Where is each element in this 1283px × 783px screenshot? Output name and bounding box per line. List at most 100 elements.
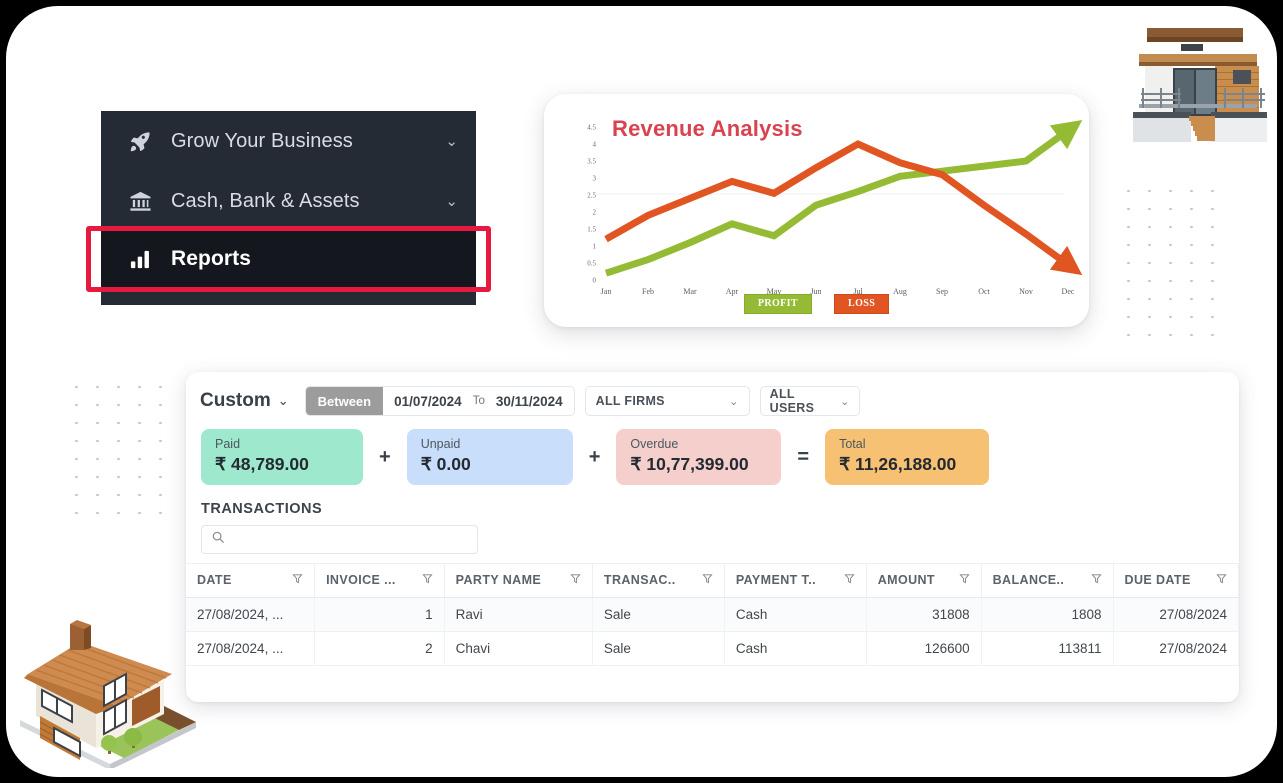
- filter-icon-amount[interactable]: [959, 573, 970, 587]
- filter-icon-date[interactable]: [292, 573, 303, 587]
- transactions-table-header: DATE INVOICE ... PARTY NAME TRANSAC.. PA…: [186, 563, 1239, 598]
- chevron-down-icon-users: ⌄: [840, 395, 850, 408]
- summary-card-total-value: ₹ 11,26,188.00: [839, 454, 957, 474]
- transactions-table-body: 27/08/2024, ... 1 Ravi Sale Cash 31808 1…: [186, 597, 1239, 666]
- date-range-control: Between 01/07/2024 To 30/11/2024: [304, 386, 575, 416]
- svg-text:4: 4: [593, 141, 597, 149]
- summary-card-overdue-value: ₹ 10,77,399.00: [630, 454, 749, 474]
- cell-amount: 31808: [866, 597, 982, 632]
- summary-card-paid-value: ₹ 48,789.00: [215, 454, 309, 474]
- dot-grid-pattern-left: [62, 374, 174, 530]
- cell-date: 27/08/2024, ...: [186, 597, 316, 632]
- column-header-invoice[interactable]: INVOICE ...: [314, 563, 445, 598]
- cell-party: Ravi: [444, 597, 593, 632]
- sidebar-bottom-strip: [101, 287, 476, 305]
- cell-amount: 126600: [866, 631, 982, 666]
- summary-operator-equals: =: [797, 445, 810, 468]
- column-header-due-date-label: DUE DATE: [1124, 573, 1191, 587]
- filter-icon-balance[interactable]: [1090, 573, 1102, 587]
- summary-card-total-label: Total: [839, 437, 866, 451]
- summary-card-overdue[interactable]: Overdue ₹ 10,77,399.00: [616, 429, 782, 485]
- filter-row: Custom ⌄ Between 01/07/2024 To 30/11/202…: [186, 372, 1239, 416]
- revenue-analysis-chart: 00.511.522.533.544.5 Jan Feb Mar Apr May Jun J…: [587, 120, 1083, 296]
- chart-legend: PROFIT LOSS: [544, 294, 1089, 314]
- summary-card-total[interactable]: Total ₹ 11,26,188.00: [825, 429, 990, 485]
- summary-cards-row: Paid ₹ 48,789.00 + Unpaid ₹ 0.00 + Overd…: [186, 416, 1239, 485]
- chevron-down-icon-cash-bank-assets[interactable]: ⌄: [445, 192, 458, 210]
- filter-icon-due-date[interactable]: [1216, 573, 1227, 587]
- cell-transaction: Sale: [592, 597, 725, 632]
- summary-card-overdue-label: Overdue: [630, 437, 679, 451]
- svg-text:2.5: 2.5: [587, 192, 596, 200]
- filter-icon-transaction-type[interactable]: [702, 573, 713, 587]
- column-header-payment-type-label: PAYMENT T..: [735, 573, 816, 587]
- app-canvas: Grow Your Business ⌄ Cash, Bank & Assets…: [6, 6, 1277, 777]
- column-header-date-label: DATE: [197, 573, 232, 587]
- svg-text:4.5: 4.5: [587, 124, 596, 132]
- bar-chart-icon: [123, 248, 157, 271]
- svg-text:3.5: 3.5: [587, 158, 596, 166]
- chevron-down-icon-firms: ⌄: [729, 395, 739, 408]
- filter-icon-party-name[interactable]: [570, 573, 581, 587]
- column-header-amount[interactable]: AMOUNT: [866, 563, 982, 598]
- sidebar-item-label-cash-bank-assets: Cash, Bank & Assets: [171, 189, 360, 212]
- summary-operator-plus-2: +: [588, 445, 601, 468]
- sidebar-item-reports[interactable]: Reports: [101, 231, 476, 287]
- search-box[interactable]: [201, 525, 478, 554]
- chart-series-layer: [604, 120, 1083, 277]
- users-dropdown[interactable]: ALL USERS ⌄: [759, 386, 860, 416]
- column-header-date[interactable]: DATE: [186, 563, 316, 598]
- date-from-field[interactable]: 01/07/2024: [383, 387, 473, 415]
- revenue-analysis-card: Revenue Analysis 0 0.5 1 1.5 2 2.5 3 3.5 4 4.5 Ja…: [544, 94, 1089, 327]
- sidebar-item-reports-wrapper: Reports: [86, 226, 491, 292]
- table-row[interactable]: 27/08/2024, ... 1 Ravi Sale Cash 31808 1…: [186, 597, 1239, 632]
- column-header-payment-type[interactable]: PAYMENT T..: [724, 563, 867, 598]
- chart-y-axis-ticks: 0 0.5 1 1.5 2 2.5 3 3.5 4 4.5: [587, 124, 596, 285]
- summary-card-unpaid[interactable]: Unpaid ₹ 0.00: [406, 429, 573, 485]
- bank-icon: [123, 190, 157, 213]
- svg-text:0: 0: [593, 277, 597, 285]
- sidebar-item-grow-your-business[interactable]: Grow Your Business ⌄: [101, 111, 476, 171]
- legend-chip-profit[interactable]: PROFIT: [743, 294, 812, 314]
- search-input[interactable]: [232, 532, 468, 547]
- legend-chip-loss[interactable]: LOSS: [834, 294, 890, 314]
- filter-icon-payment-type[interactable]: [844, 573, 855, 587]
- to-label: To: [472, 395, 485, 407]
- column-header-balance[interactable]: BALANCE..: [981, 563, 1114, 598]
- cell-balance: 113811: [981, 631, 1114, 666]
- search-icon: [211, 530, 225, 549]
- column-header-due-date[interactable]: DUE DATE: [1113, 563, 1239, 598]
- column-header-amount-label: AMOUNT: [877, 573, 935, 587]
- sidebar-item-cash-bank-assets[interactable]: Cash, Bank & Assets ⌄: [101, 171, 476, 231]
- column-header-transaction-type[interactable]: TRANSAC..: [592, 563, 725, 598]
- column-header-party-name-label: PARTY NAME: [455, 573, 542, 587]
- report-panel: Custom ⌄ Between 01/07/2024 To 30/11/202…: [186, 372, 1239, 702]
- summary-operator-plus-1: +: [379, 445, 391, 468]
- cell-payment: Cash: [724, 631, 867, 666]
- column-header-balance-label: BALANCE..: [992, 573, 1065, 587]
- range-preset-label: Custom: [200, 390, 271, 411]
- modern-house-illustration: [1133, 28, 1267, 142]
- svg-text:3: 3: [593, 175, 597, 183]
- users-dropdown-value: ALL USERS: [769, 387, 815, 415]
- cell-payment: Cash: [724, 597, 867, 632]
- cell-date: 27/08/2024, ...: [186, 631, 316, 666]
- firms-dropdown[interactable]: ALL FIRMS ⌄: [584, 386, 750, 416]
- svg-text:1.5: 1.5: [587, 226, 596, 234]
- column-header-transaction-type-label: TRANSAC..: [603, 573, 676, 587]
- table-header-row: DATE INVOICE ... PARTY NAME TRANSAC.. PA…: [186, 563, 1239, 598]
- table-row[interactable]: 27/08/2024, ... 2 Chavi Sale Cash 126600…: [186, 631, 1239, 666]
- date-to-field[interactable]: 30/11/2024: [485, 387, 574, 415]
- cell-due-date: 27/08/2024: [1113, 597, 1239, 632]
- sidebar-item-label-grow-your-business: Grow Your Business: [171, 129, 353, 152]
- svg-text:2: 2: [593, 209, 597, 217]
- summary-card-paid[interactable]: Paid ₹ 48,789.00: [201, 429, 363, 485]
- cell-invoice: 2: [314, 631, 445, 666]
- filter-icon-invoice[interactable]: [422, 573, 433, 587]
- range-preset-dropdown[interactable]: Custom ⌄: [200, 390, 295, 412]
- summary-card-unpaid-label: Unpaid: [420, 437, 461, 451]
- svg-text:0.5: 0.5: [587, 260, 596, 268]
- chevron-down-icon-grow-your-business[interactable]: ⌄: [445, 132, 458, 150]
- between-tag[interactable]: Between: [305, 387, 384, 415]
- column-header-party-name[interactable]: PARTY NAME: [444, 563, 593, 598]
